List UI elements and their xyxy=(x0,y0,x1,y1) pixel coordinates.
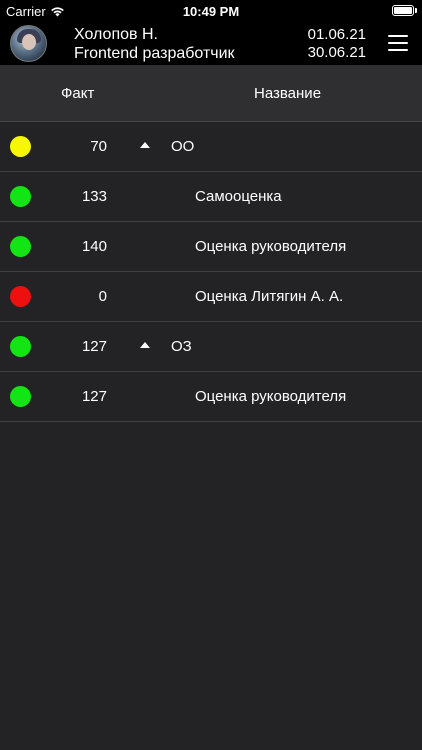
app-header: Холопов Н. Frontend разработчик 01.06.21… xyxy=(0,22,422,65)
battery-tip xyxy=(415,8,417,13)
column-header-name[interactable]: Название xyxy=(254,85,321,102)
status-time: 10:49 PM xyxy=(182,4,240,19)
status-indicator-icon xyxy=(10,286,31,307)
table-row[interactable]: 140 Оценка руководителя xyxy=(0,222,422,272)
row-name: Оценка руководителя xyxy=(195,388,347,405)
avatar-face xyxy=(22,34,36,50)
battery-level-fill xyxy=(394,7,412,14)
period-end-date[interactable]: 30.06.21 xyxy=(308,44,366,62)
collapse-caret-icon[interactable] xyxy=(140,142,150,148)
table-row[interactable]: 133 Самооценка xyxy=(0,172,422,222)
row-name: Самооценка xyxy=(195,188,282,205)
status-indicator-icon xyxy=(10,386,31,407)
row-name: ОЗ xyxy=(171,338,192,355)
table-row[interactable]: 0 Оценка Литягин А. А. xyxy=(0,272,422,322)
user-name: Холопов Н. xyxy=(74,26,158,43)
collapse-caret-icon[interactable] xyxy=(140,342,150,348)
app-screen: Carrier 10:49 PM Холопов Н. Frontend раз… xyxy=(0,0,422,750)
table-row[interactable]: 127 Оценка руководителя xyxy=(0,372,422,422)
period-start-date[interactable]: 01.06.21 xyxy=(308,26,366,44)
status-bar: Carrier 10:49 PM xyxy=(0,0,422,22)
table-row[interactable]: 70 ОО xyxy=(0,122,422,172)
hamburger-menu-icon[interactable] xyxy=(388,35,408,51)
column-header-fact[interactable]: Факт xyxy=(61,85,94,102)
status-indicator-icon xyxy=(10,186,31,207)
battery-icon xyxy=(392,5,414,16)
table-header: Факт Название xyxy=(0,65,422,122)
table-row[interactable]: 127 ОЗ xyxy=(0,322,422,372)
table-body: 70 ОО 133 Самооценка 140 Оценка руководителя 0… xyxy=(0,122,422,422)
status-indicator-icon xyxy=(10,336,31,357)
fact-value: 140 xyxy=(81,238,107,255)
user-role: Frontend разработчик xyxy=(74,45,235,62)
fact-value: 127 xyxy=(81,388,107,405)
fact-value: 133 xyxy=(81,188,107,205)
status-indicator-icon xyxy=(10,136,31,157)
row-name: Оценка Литягин А. А. xyxy=(195,288,344,305)
fact-value: 70 xyxy=(90,138,107,155)
status-indicator-icon xyxy=(10,236,31,257)
fact-value: 127 xyxy=(81,338,107,355)
avatar[interactable] xyxy=(10,25,47,62)
row-name: Оценка руководителя xyxy=(195,238,347,255)
fact-value: 0 xyxy=(98,288,107,305)
row-name: ОО xyxy=(171,138,195,155)
